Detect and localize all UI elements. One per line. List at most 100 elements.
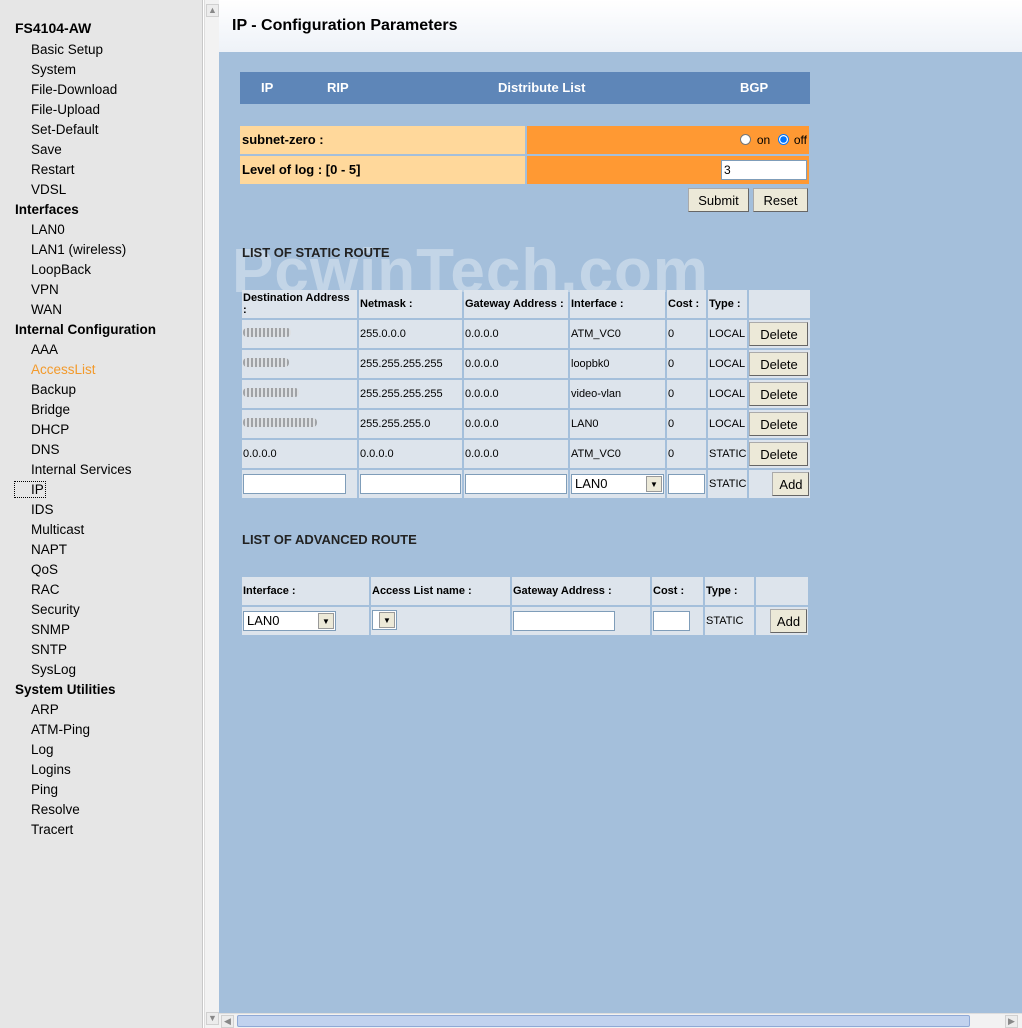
delete-button[interactable]: Delete bbox=[749, 382, 809, 406]
sidebar-item-security[interactable]: Security bbox=[0, 600, 203, 620]
sidebar-item-vpn[interactable]: VPN bbox=[0, 280, 203, 300]
sidebar-item-loopback[interactable]: LoopBack bbox=[0, 260, 203, 280]
sidebar-item-bridge[interactable]: Bridge bbox=[0, 400, 203, 420]
sidebar-item-lan1-wireless[interactable]: LAN1 (wireless) bbox=[0, 240, 203, 260]
sidebar-item-vdsl[interactable]: VDSL bbox=[0, 180, 203, 200]
sidebar-item-aaa[interactable]: AAA bbox=[0, 340, 203, 360]
scroll-thumb[interactable] bbox=[237, 1015, 970, 1027]
adv-col-type: Type : bbox=[705, 577, 754, 605]
cell-netmask: 255.0.0.0 bbox=[359, 320, 462, 348]
adv-add-button[interactable]: Add bbox=[770, 609, 807, 633]
new-cost-input[interactable] bbox=[668, 474, 705, 494]
sidebar-item-syslog[interactable]: SysLog bbox=[0, 660, 203, 680]
new-netmask-input[interactable] bbox=[360, 474, 461, 494]
tab-bgp[interactable]: BGP bbox=[740, 80, 768, 95]
adv-gateway-input[interactable] bbox=[513, 611, 615, 631]
sidebar-item-file-upload[interactable]: File-Upload bbox=[0, 100, 203, 120]
adv-cost-input[interactable] bbox=[653, 611, 690, 631]
sidebar-item-label: SNTP bbox=[31, 642, 68, 657]
sidebar-item-atm-ping[interactable]: ATM-Ping bbox=[0, 720, 203, 740]
static-add-button[interactable]: Add bbox=[772, 472, 810, 496]
static-route-header: Destination Address : Netmask : Gateway … bbox=[242, 290, 811, 318]
cell-interface: video-vlan bbox=[570, 380, 665, 408]
sidebar-item-rac[interactable]: RAC bbox=[0, 580, 203, 600]
sidebar-item-accesslist[interactable]: AccessList bbox=[0, 360, 203, 380]
redacted-address bbox=[243, 418, 317, 427]
sidebar-item-basic-setup[interactable]: Basic Setup bbox=[0, 40, 203, 60]
chevron-down-icon[interactable]: ▼ bbox=[318, 613, 334, 629]
new-destination-input[interactable] bbox=[243, 474, 346, 494]
scroll-up-icon[interactable]: ▲ bbox=[206, 4, 219, 17]
sidebar-item-internal-services[interactable]: Internal Services bbox=[0, 460, 203, 480]
scroll-left-icon[interactable]: ◀ bbox=[221, 1015, 234, 1028]
cell-dest bbox=[242, 410, 357, 438]
table-row: 255.0.0.0 0.0.0.0 ATM_VC0 0 LOCAL Delete bbox=[242, 320, 811, 348]
sidebar-item-ip[interactable]: IP bbox=[0, 480, 203, 500]
sidebar-item-system[interactable]: System bbox=[0, 60, 203, 80]
device-title: FS4104-AW bbox=[15, 20, 92, 36]
new-gateway-input[interactable] bbox=[465, 474, 567, 494]
cell-gateway: 0.0.0.0 bbox=[464, 380, 568, 408]
adv-access-list-select[interactable]: ▼ bbox=[372, 609, 397, 630]
submit-button[interactable]: Submit bbox=[688, 188, 749, 212]
table-row: 255.255.255.0 0.0.0.0 LAN0 0 LOCAL Delete bbox=[242, 410, 811, 438]
sidebar-item-qos[interactable]: QoS bbox=[0, 560, 203, 580]
sidebar-item-restart[interactable]: Restart bbox=[0, 160, 203, 180]
sidebar-item-log[interactable]: Log bbox=[0, 740, 203, 760]
sidebar-item-label: Set-Default bbox=[31, 122, 99, 137]
sidebar-item-backup[interactable]: Backup bbox=[0, 380, 203, 400]
sidebar-item-dns[interactable]: DNS bbox=[0, 440, 203, 460]
scroll-right-icon[interactable]: ▶ bbox=[1005, 1015, 1018, 1028]
sidebar-item-label: LAN0 bbox=[31, 222, 65, 237]
sidebar-item-logins[interactable]: Logins bbox=[0, 760, 203, 780]
sidebar-item-label: Tracert bbox=[31, 822, 74, 837]
sidebar-item-multicast[interactable]: Multicast bbox=[0, 520, 203, 540]
redacted-address bbox=[243, 328, 291, 337]
delete-button[interactable]: Delete bbox=[749, 352, 809, 376]
sidebar-item-file-download[interactable]: File-Download bbox=[0, 80, 203, 100]
sidebar-item-snmp[interactable]: SNMP bbox=[0, 620, 203, 640]
sidebar-item-label: File-Download bbox=[31, 82, 118, 97]
col-cost: Cost : bbox=[667, 290, 706, 318]
sidebar-item-label: Basic Setup bbox=[31, 42, 104, 57]
subnet-zero-off-radio[interactable] bbox=[777, 134, 789, 145]
sidebar-item-label: Logins bbox=[31, 762, 71, 777]
sidebar-item-ping[interactable]: Ping bbox=[0, 780, 203, 800]
delete-button[interactable]: Delete bbox=[749, 442, 809, 466]
sidebar-item-dhcp[interactable]: DHCP bbox=[0, 420, 203, 440]
reset-button[interactable]: Reset bbox=[753, 188, 808, 212]
sidebar-item-save[interactable]: Save bbox=[0, 140, 203, 160]
sidebar-item-label: IDS bbox=[31, 502, 54, 517]
log-level-label: Level of log : [0 - 5] bbox=[240, 156, 525, 184]
scroll-down-icon[interactable]: ▼ bbox=[206, 1012, 219, 1025]
delete-button[interactable]: Delete bbox=[749, 412, 809, 436]
log-level-input[interactable] bbox=[721, 160, 807, 180]
cell-interface: LAN0 bbox=[570, 410, 665, 438]
subnet-zero-on-radio[interactable] bbox=[740, 134, 752, 145]
nav-group-heading: Internal Configuration bbox=[15, 322, 156, 337]
tab-distribute-list[interactable]: Distribute List bbox=[498, 80, 585, 95]
sidebar-item-sntp[interactable]: SNTP bbox=[0, 640, 203, 660]
main-horizontal-scrollbar[interactable]: ◀ ▶ bbox=[219, 1013, 1022, 1028]
sidebar-scrollbar[interactable]: ▲ ▼ bbox=[204, 0, 219, 1028]
sidebar-item-set-default[interactable]: Set-Default bbox=[0, 120, 203, 140]
adv-col-action bbox=[756, 577, 808, 605]
chevron-down-icon[interactable]: ▼ bbox=[646, 476, 662, 492]
new-interface-select[interactable]: LAN0 ▼ bbox=[571, 474, 664, 494]
cell-cost: 0 bbox=[667, 410, 706, 438]
chevron-down-icon[interactable]: ▼ bbox=[379, 611, 395, 628]
tab-ip[interactable]: IP bbox=[261, 80, 273, 95]
sidebar-item-napt[interactable]: NAPT bbox=[0, 540, 203, 560]
sidebar-item-wan[interactable]: WAN bbox=[0, 300, 203, 320]
sidebar-item-lan0[interactable]: LAN0 bbox=[0, 220, 203, 240]
sidebar-item-arp[interactable]: ARP bbox=[0, 700, 203, 720]
tab-rip[interactable]: RIP bbox=[327, 80, 349, 95]
static-route-new-row: LAN0 ▼ STATIC Add bbox=[242, 470, 811, 498]
sidebar-item-resolve[interactable]: Resolve bbox=[0, 800, 203, 820]
delete-button[interactable]: Delete bbox=[749, 322, 809, 346]
col-netmask: Netmask : bbox=[359, 290, 462, 318]
adv-col-cost: Cost : bbox=[652, 577, 703, 605]
sidebar-item-ids[interactable]: IDS bbox=[0, 500, 203, 520]
adv-interface-select[interactable]: LAN0 ▼ bbox=[243, 611, 336, 631]
sidebar-item-tracert[interactable]: Tracert bbox=[0, 820, 203, 840]
